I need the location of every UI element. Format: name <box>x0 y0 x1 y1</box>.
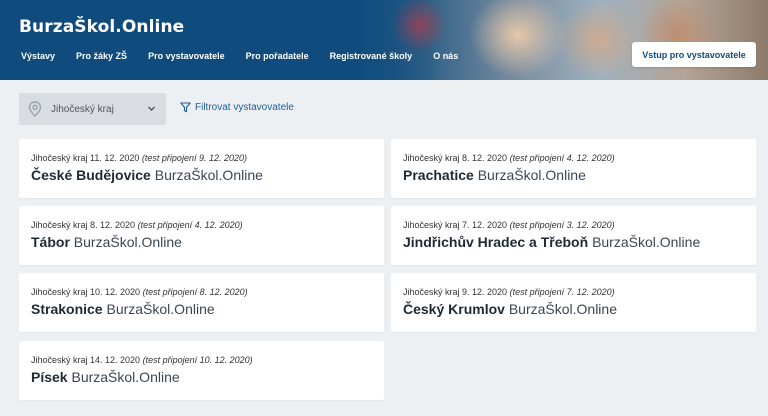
event-title: Tábor BurzaŠkol.Online <box>31 234 182 250</box>
main-nav: Výstavy Pro žáky ZŠ Pro vystavovatele Pr… <box>21 51 479 61</box>
event-title: Jindřichův Hradec a Třeboň BurzaŠkol.Onl… <box>403 234 701 250</box>
event-title: České Budějovice BurzaŠkol.Online <box>31 167 263 183</box>
chevron-down-icon <box>148 106 155 111</box>
site-logo[interactable]: BurzaŠkol.Online <box>19 17 184 37</box>
funnel-icon <box>180 102 191 113</box>
event-card[interactable]: Jihočeský kraj 7. 12. 2020 (test připoje… <box>391 206 756 265</box>
nav-item-registrovane-skoly[interactable]: Registrované školy <box>330 51 413 61</box>
filter-exhibitors-link[interactable]: Filtrovat vystavovatele <box>180 102 294 113</box>
hero-fade <box>300 0 440 80</box>
event-date: Jihočeský kraj 8. 12. 2020 (test připoje… <box>403 153 615 163</box>
event-title: Prachatice BurzaŠkol.Online <box>403 167 586 183</box>
region-dropdown[interactable]: Jihočeský kraj <box>19 93 166 125</box>
filter-label: Filtrovat vystavovatele <box>195 102 294 113</box>
nav-item-vystavy[interactable]: Výstavy <box>21 51 55 61</box>
event-date: Jihočeský kraj 7. 12. 2020 (test připoje… <box>403 220 615 230</box>
event-title: Český Krumlov BurzaŠkol.Online <box>403 301 617 317</box>
exhibitor-login-button[interactable]: Vstup pro vystavovatele <box>632 42 756 67</box>
region-dropdown-value: Jihočeský kraj <box>51 103 114 115</box>
event-date: Jihočeský kraj 11. 12. 2020 (test připoj… <box>31 153 247 163</box>
event-card[interactable]: Jihočeský kraj 8. 12. 2020 (test připoje… <box>19 206 384 265</box>
nav-item-o-nas[interactable]: O nás <box>433 51 458 61</box>
event-date: Jihočeský kraj 9. 12. 2020 (test připoje… <box>403 287 615 297</box>
event-card[interactable]: Jihočeský kraj 10. 12. 2020 (test připoj… <box>19 273 384 332</box>
event-card[interactable]: Jihočeský kraj 14. 12. 2020 (test připoj… <box>19 341 384 400</box>
event-card[interactable]: Jihočeský kraj 9. 12. 2020 (test připoje… <box>391 273 756 332</box>
site-header: BurzaŠkol.Online Výstavy Pro žáky ZŠ Pro… <box>0 0 768 80</box>
nav-item-pro-poradatele[interactable]: Pro pořadatele <box>246 51 309 61</box>
nav-item-pro-zaky[interactable]: Pro žáky ZŠ <box>76 51 127 61</box>
event-date: Jihočeský kraj 8. 12. 2020 (test připoje… <box>31 220 243 230</box>
event-date: Jihočeský kraj 10. 12. 2020 (test připoj… <box>31 287 248 297</box>
event-title: Strakonice BurzaŠkol.Online <box>31 301 215 317</box>
nav-item-pro-vystavovatele[interactable]: Pro vystavovatele <box>148 51 225 61</box>
map-pin-icon <box>28 101 42 117</box>
event-card[interactable]: Jihočeský kraj 11. 12. 2020 (test připoj… <box>19 139 384 198</box>
event-title: Písek BurzaŠkol.Online <box>31 369 180 385</box>
event-card[interactable]: Jihočeský kraj 8. 12. 2020 (test připoje… <box>391 139 756 198</box>
event-date: Jihočeský kraj 14. 12. 2020 (test připoj… <box>31 355 253 365</box>
